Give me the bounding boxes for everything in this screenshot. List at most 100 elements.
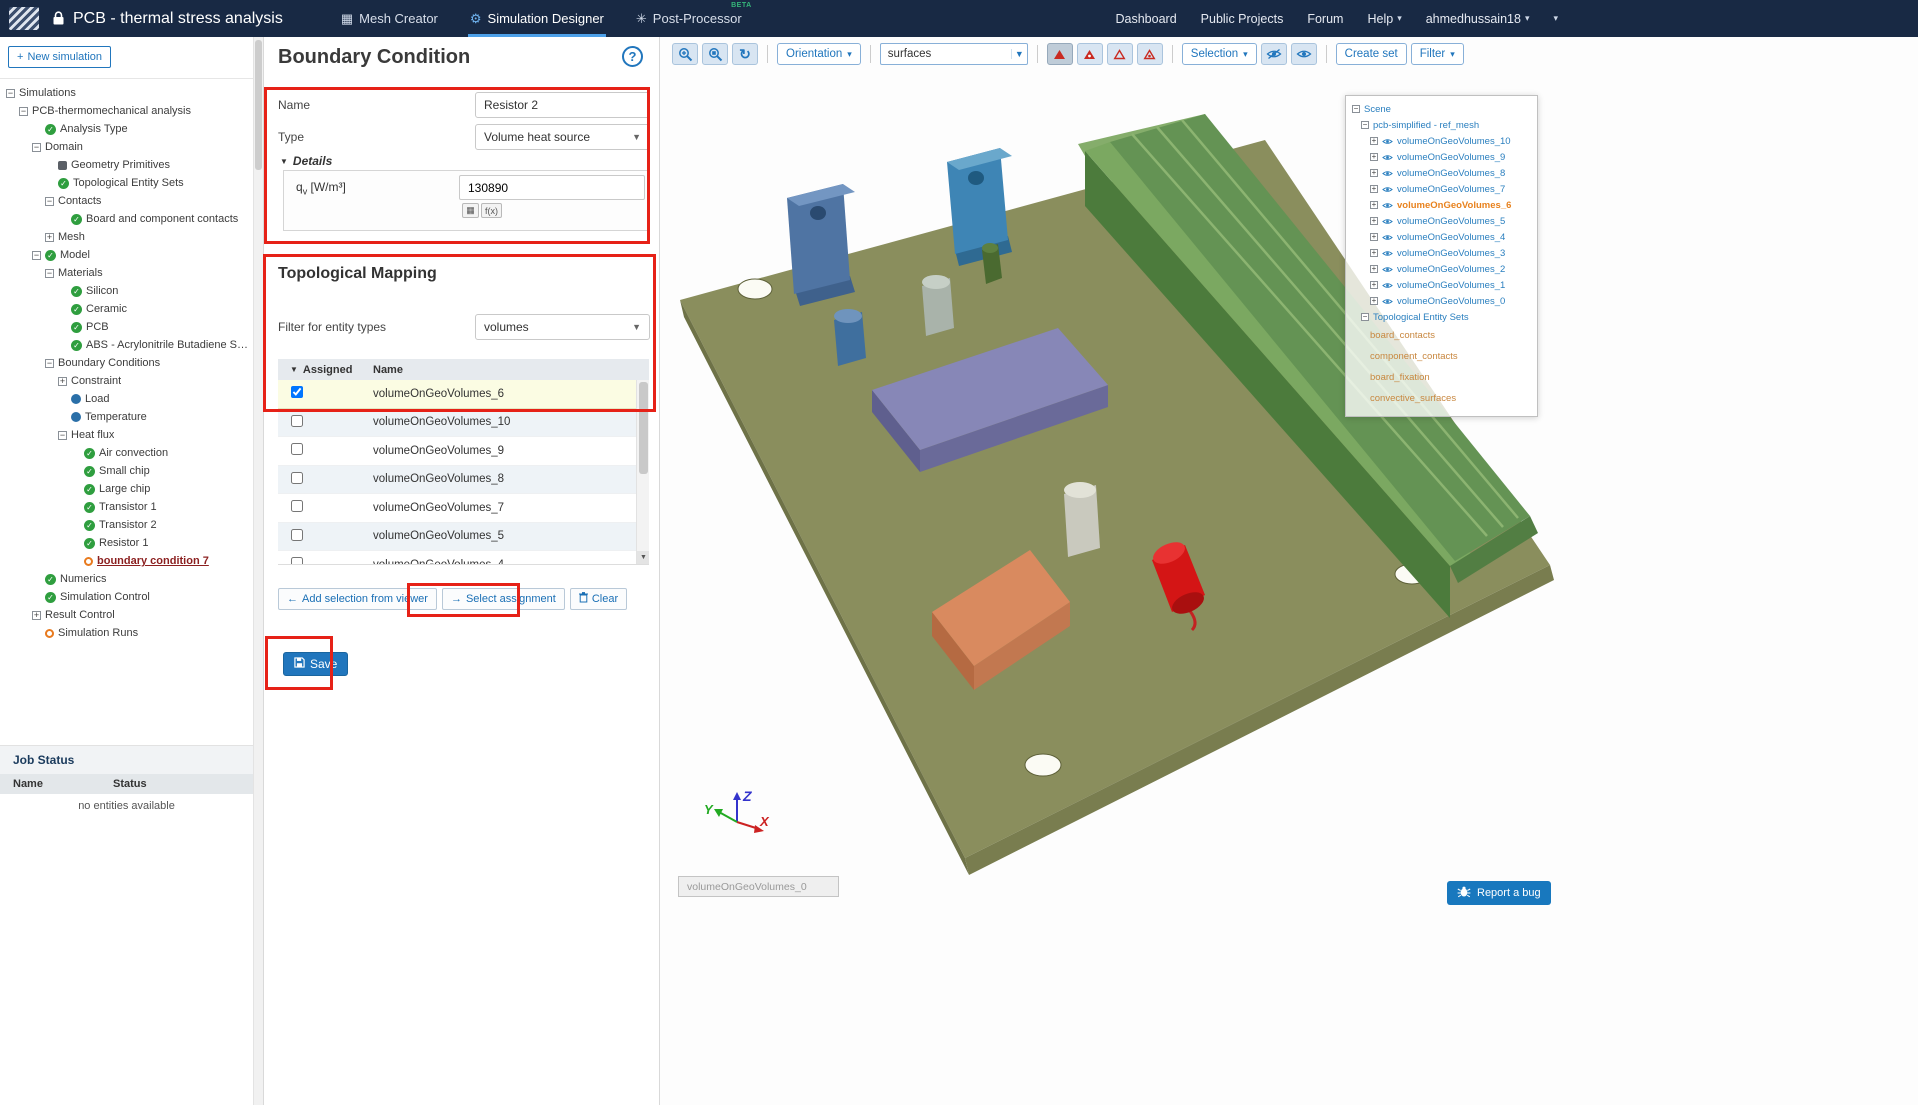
expander-plus-icon[interactable]: + bbox=[1370, 265, 1378, 273]
clear-button[interactable]: Clear bbox=[569, 588, 628, 610]
tree-item-heat-flux[interactable]: − Heat flux bbox=[0, 426, 251, 444]
tree-item-resistor-1[interactable]: ✓ Resistor 1 bbox=[0, 534, 251, 552]
tree-item-result-control[interactable]: + Result Control bbox=[0, 606, 251, 624]
eye-icon[interactable] bbox=[1382, 169, 1393, 178]
scene-item-scene[interactable]: − Scene bbox=[1350, 101, 1533, 117]
table-row[interactable]: volumeOnGeoVolumes_10 bbox=[278, 408, 649, 437]
expander-minus-icon[interactable]: − bbox=[1352, 105, 1360, 113]
tree-item-mesh[interactable]: + Mesh bbox=[0, 228, 251, 246]
nav-dashboard[interactable]: Dashboard bbox=[1116, 12, 1177, 26]
eye-icon[interactable] bbox=[1382, 281, 1393, 290]
expander-plus-icon[interactable]: + bbox=[1370, 201, 1378, 209]
scene-item-volumeongeovolumes-5[interactable]: + volumeOnGeoVolumes_5 bbox=[1350, 213, 1533, 229]
table-row[interactable]: volumeOnGeoVolumes_9 bbox=[278, 437, 649, 466]
scene-item-pcb-simplified-ref-mesh[interactable]: − pcb-simplified - ref_mesh bbox=[1350, 117, 1533, 133]
white-cylinder-capacitor[interactable] bbox=[1064, 482, 1100, 557]
expander-minus-icon[interactable]: − bbox=[45, 268, 54, 278]
expander-minus-icon[interactable]: − bbox=[6, 88, 15, 98]
pick-edge-icon[interactable] bbox=[1106, 43, 1133, 65]
nav-forum[interactable]: Forum bbox=[1307, 12, 1343, 26]
tree-item-simulations[interactable]: − Simulations bbox=[0, 84, 251, 102]
scene-item-convective-surfaces[interactable]: convective_surfaces bbox=[1350, 388, 1533, 409]
nav-public-projects[interactable]: Public Projects bbox=[1201, 12, 1284, 26]
filter-dropdown[interactable]: Filter ▾ bbox=[1410, 43, 1464, 65]
pick-volume-icon[interactable] bbox=[1046, 43, 1073, 65]
pick-vertex-icon[interactable] bbox=[1136, 43, 1163, 65]
tree-item-simulation-control[interactable]: ✓ Simulation Control bbox=[0, 588, 251, 606]
expander-plus-icon[interactable]: + bbox=[45, 232, 54, 242]
scene-item-volumeongeovolumes-3[interactable]: + volumeOnGeoVolumes_3 bbox=[1350, 245, 1533, 261]
new-simulation-button[interactable]: + New simulation bbox=[8, 46, 112, 68]
table-row[interactable]: volumeOnGeoVolumes_6 bbox=[278, 380, 649, 409]
assigned-column-header[interactable]: ▼ Assigned bbox=[278, 364, 373, 376]
expander-plus-icon[interactable]: + bbox=[1370, 281, 1378, 289]
expander-plus-icon[interactable]: + bbox=[1370, 137, 1378, 145]
tree-item-contacts[interactable]: − Contacts bbox=[0, 192, 251, 210]
expander-plus-icon[interactable]: + bbox=[32, 610, 41, 620]
eye-icon[interactable] bbox=[1382, 153, 1393, 162]
tree-item-materials[interactable]: − Materials bbox=[0, 264, 251, 282]
eye-icon[interactable] bbox=[1382, 201, 1393, 210]
name-input[interactable] bbox=[475, 92, 650, 118]
viewport-3d[interactable]: Z X Y bbox=[660, 66, 1918, 1105]
entity-filter-select[interactable]: volumes ▼ bbox=[475, 314, 650, 340]
chevron-down-icon[interactable]: ▾ bbox=[1553, 13, 1558, 24]
pick-face-icon[interactable] bbox=[1076, 43, 1103, 65]
help-icon[interactable]: ? bbox=[622, 46, 643, 67]
expander-plus-icon[interactable]: + bbox=[1370, 185, 1378, 193]
eye-icon[interactable] bbox=[1382, 217, 1393, 226]
zoom-in-icon[interactable] bbox=[672, 43, 698, 65]
tree-item-pcb-thermomechanical-analysis[interactable]: − PCB-thermomechanical analysis bbox=[0, 102, 251, 120]
assigned-checkbox[interactable] bbox=[291, 471, 303, 484]
select-assignment-button[interactable]: → Select assignment bbox=[441, 588, 565, 610]
expander-plus-icon[interactable]: + bbox=[1370, 297, 1378, 305]
scene-item-volumeongeovolumes-0[interactable]: + volumeOnGeoVolumes_0 bbox=[1350, 293, 1533, 309]
assigned-checkbox[interactable] bbox=[291, 500, 303, 513]
scene-item-topological-entity-sets[interactable]: − Topological Entity Sets bbox=[1350, 309, 1533, 325]
scene-item-volumeongeovolumes-2[interactable]: + volumeOnGeoVolumes_2 bbox=[1350, 261, 1533, 277]
blue-cylinder-capacitor[interactable] bbox=[834, 309, 866, 366]
scrollbar-thumb[interactable] bbox=[255, 40, 262, 170]
expander-plus-icon[interactable]: + bbox=[1370, 217, 1378, 225]
zoom-window-icon[interactable] bbox=[702, 43, 728, 65]
tree-item-abs-acrylonitrile-butadiene-styre[interactable]: ✓ ABS - Acrylonitrile Butadiene Styre... bbox=[0, 336, 251, 354]
tree-item-transistor-2[interactable]: ✓ Transistor 2 bbox=[0, 516, 251, 534]
expander-plus-icon[interactable]: + bbox=[1370, 249, 1378, 257]
tree-item-geometry-primitives[interactable]: Geometry Primitives bbox=[0, 156, 251, 174]
tree-item-analysis-type[interactable]: ✓ Analysis Type bbox=[0, 120, 251, 138]
eye-icon[interactable] bbox=[1382, 185, 1393, 194]
reset-view-icon[interactable]: ↻ bbox=[732, 43, 758, 65]
eye-icon[interactable] bbox=[1382, 297, 1393, 306]
scene-item-volumeongeovolumes-6[interactable]: + volumeOnGeoVolumes_6 bbox=[1350, 197, 1533, 213]
table-row[interactable]: volumeOnGeoVolumes_7 bbox=[278, 494, 649, 523]
user-menu[interactable]: ahmedhussain18 ▾ bbox=[1426, 12, 1530, 26]
scene-item-volumeongeovolumes-4[interactable]: + volumeOnGeoVolumes_4 bbox=[1350, 229, 1533, 245]
tree-item-boundary-conditions[interactable]: − Boundary Conditions bbox=[0, 354, 251, 372]
tree-item-large-chip[interactable]: ✓ Large chip bbox=[0, 480, 251, 498]
tree-item-pcb[interactable]: ✓ PCB bbox=[0, 318, 251, 336]
tree-item-model[interactable]: − ✓ Model bbox=[0, 246, 251, 264]
table-scrollbar[interactable]: ▼ bbox=[636, 380, 649, 564]
orientation-dropdown[interactable]: Orientation ▾ bbox=[777, 43, 861, 65]
scene-item-volumeongeovolumes-8[interactable]: + volumeOnGeoVolumes_8 bbox=[1350, 165, 1533, 181]
simscale-logo-icon[interactable] bbox=[9, 7, 39, 30]
table-row[interactable]: volumeOnGeoVolumes_5 bbox=[278, 522, 649, 551]
nav-help[interactable]: Help ▾ bbox=[1367, 12, 1401, 26]
scene-item-volumeongeovolumes-7[interactable]: + volumeOnGeoVolumes_7 bbox=[1350, 181, 1533, 197]
scene-item-board-contacts[interactable]: board_contacts bbox=[1350, 325, 1533, 346]
show-all-eye-icon[interactable] bbox=[1290, 43, 1317, 65]
report-bug-button[interactable]: Report a bug bbox=[1447, 881, 1551, 905]
eye-icon[interactable] bbox=[1382, 265, 1393, 274]
assigned-checkbox[interactable] bbox=[291, 386, 303, 399]
scrollbar-thumb[interactable] bbox=[639, 382, 648, 474]
assigned-checkbox[interactable] bbox=[291, 528, 303, 541]
save-button[interactable]: Save bbox=[283, 652, 349, 676]
tree-item-numerics[interactable]: ✓ Numerics bbox=[0, 570, 251, 588]
scene-item-volumeongeovolumes-10[interactable]: + volumeOnGeoVolumes_10 bbox=[1350, 133, 1533, 149]
tab-post-processor[interactable]: ✳ Post-Processor BETA bbox=[634, 0, 751, 37]
tree-item-topological-entity-sets[interactable]: ✓ Topological Entity Sets bbox=[0, 174, 251, 192]
expander-minus-icon[interactable]: − bbox=[32, 250, 41, 260]
tree-item-small-chip[interactable]: ✓ Small chip bbox=[0, 462, 251, 480]
tree-item-silicon[interactable]: ✓ Silicon bbox=[0, 282, 251, 300]
expander-minus-icon[interactable]: − bbox=[19, 106, 28, 116]
